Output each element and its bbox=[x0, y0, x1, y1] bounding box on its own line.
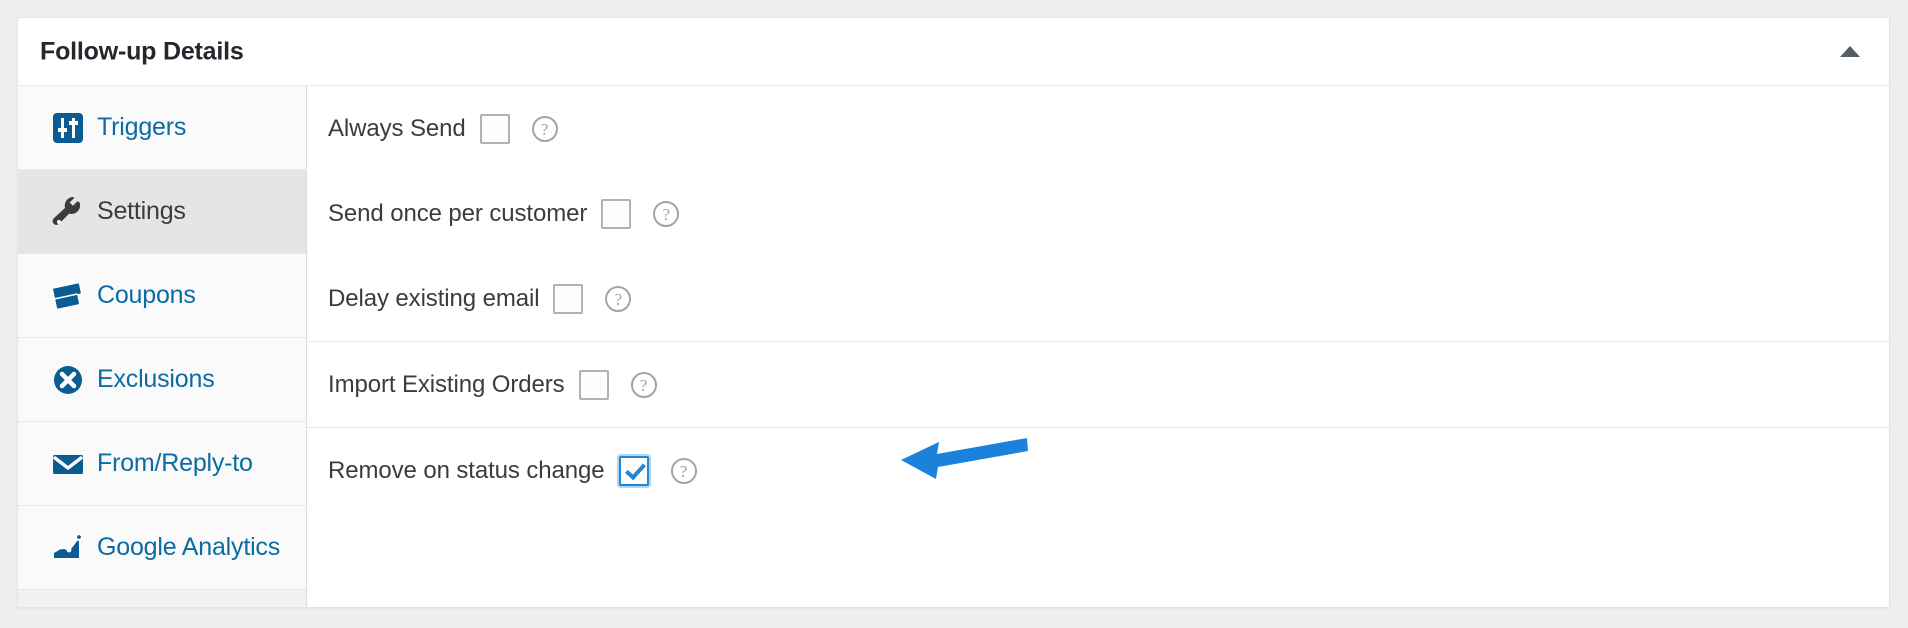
annotation-arrow-icon bbox=[901, 438, 1028, 479]
field-row-import-existing-orders: Import Existing Orders ? bbox=[307, 342, 1889, 427]
caret-up-glyph bbox=[1840, 46, 1860, 57]
remove-on-status-change-checkbox[interactable] bbox=[618, 455, 649, 486]
field-control: ? bbox=[553, 283, 632, 314]
settings-group: Remove on status change ? bbox=[307, 427, 1889, 513]
help-icon[interactable]: ? bbox=[630, 371, 657, 398]
field-label: Send once per customer bbox=[328, 199, 588, 227]
field-row-remove-on-status-change: Remove on status change ? bbox=[307, 428, 1889, 513]
field-control: ? bbox=[601, 198, 680, 229]
sidebar-item-triggers[interactable]: Triggers bbox=[18, 86, 306, 170]
help-icon[interactable]: ? bbox=[531, 115, 558, 142]
help-icon[interactable]: ? bbox=[605, 285, 632, 312]
import-existing-orders-checkbox[interactable] bbox=[578, 369, 609, 400]
wrench-icon bbox=[51, 193, 89, 231]
settings-content: Always Send ? Send once per customer ? D… bbox=[307, 86, 1889, 607]
field-row-delay-existing-email: Delay existing email ? bbox=[307, 256, 1889, 341]
sidebar-item-from-reply-to[interactable]: From/Reply-to bbox=[18, 422, 306, 506]
field-label: Import Existing Orders bbox=[328, 370, 565, 398]
panel-header: Follow-up Details bbox=[18, 18, 1889, 86]
settings-group: Always Send ? Send once per customer ? D… bbox=[307, 86, 1889, 341]
field-control: ? bbox=[578, 369, 657, 400]
sidebar-item-label: From/Reply-to bbox=[97, 449, 253, 477]
field-control: ? bbox=[618, 455, 697, 486]
field-label: Always Send bbox=[328, 114, 466, 142]
settings-sidebar: Triggers Settings Coupons Exclusions Fro… bbox=[18, 86, 307, 607]
sidebar-item-label: Coupons bbox=[97, 281, 196, 309]
field-label: Remove on status change bbox=[328, 456, 605, 484]
sliders-icon bbox=[51, 109, 89, 147]
page-title: Follow-up Details bbox=[40, 37, 244, 65]
always-send-checkbox[interactable] bbox=[479, 113, 510, 144]
sidebar-item-label: Triggers bbox=[97, 113, 187, 141]
sidebar-item-coupons[interactable]: Coupons bbox=[18, 254, 306, 338]
sidebar-item-google-analytics[interactable]: Google Analytics bbox=[18, 506, 306, 590]
send-once-per-customer-checkbox[interactable] bbox=[601, 198, 632, 229]
panel-body: Triggers Settings Coupons Exclusions Fro… bbox=[18, 86, 1889, 607]
envelope-icon bbox=[51, 445, 89, 483]
field-label: Delay existing email bbox=[328, 284, 540, 312]
sidebar-item-label: Google Analytics bbox=[97, 533, 281, 561]
sidebar-item-label: Settings bbox=[97, 197, 186, 225]
help-icon[interactable]: ? bbox=[653, 200, 680, 227]
sidebar-item-label: Exclusions bbox=[97, 365, 215, 393]
tickets-icon bbox=[51, 277, 89, 315]
caret-up-icon[interactable] bbox=[1835, 37, 1865, 67]
field-row-send-once-per-customer: Send once per customer ? bbox=[307, 171, 1889, 256]
help-icon[interactable]: ? bbox=[670, 457, 697, 484]
follow-up-details-panel: Follow-up Details Triggers Settings Coup… bbox=[17, 17, 1890, 608]
sidebar-item-exclusions[interactable]: Exclusions bbox=[18, 338, 306, 422]
field-row-always-send: Always Send ? bbox=[307, 86, 1889, 171]
field-control: ? bbox=[479, 113, 558, 144]
delay-existing-email-checkbox[interactable] bbox=[553, 283, 584, 314]
area-chart-icon bbox=[51, 529, 89, 567]
x-circle-icon bbox=[51, 361, 89, 399]
sidebar-item-settings[interactable]: Settings bbox=[18, 170, 306, 254]
settings-group: Import Existing Orders ? bbox=[307, 341, 1889, 427]
